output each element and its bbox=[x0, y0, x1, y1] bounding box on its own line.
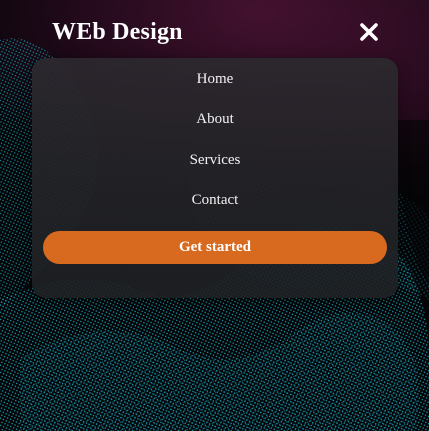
close-menu-button[interactable] bbox=[355, 18, 383, 46]
menu-item-home[interactable]: Home bbox=[32, 69, 398, 89]
get-started-button[interactable]: Get started bbox=[43, 231, 387, 264]
menu-item-contact[interactable]: Contact bbox=[32, 190, 398, 210]
page: WEb Design Home About Services Contact G… bbox=[0, 0, 429, 431]
mobile-menu-panel: Home About Services Contact Get started bbox=[32, 58, 398, 298]
menu-item-services[interactable]: Services bbox=[32, 150, 398, 170]
brand-title[interactable]: WEb Design bbox=[52, 16, 183, 48]
close-icon bbox=[360, 23, 378, 41]
menu-item-about[interactable]: About bbox=[32, 109, 398, 129]
